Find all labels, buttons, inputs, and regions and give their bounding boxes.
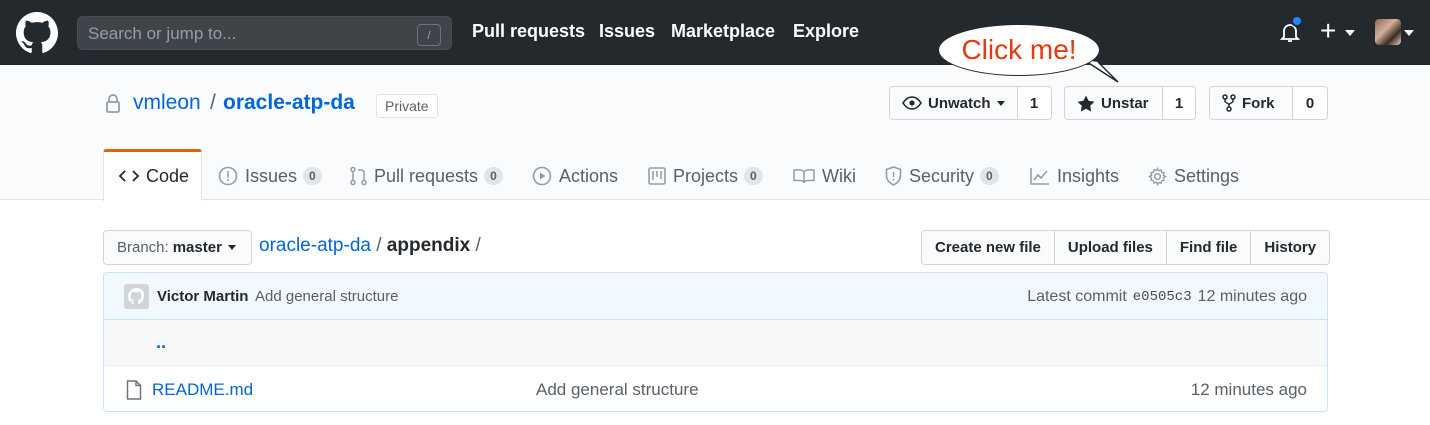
user-menu-caret-icon[interactable] [1404, 30, 1414, 36]
repo-owner-link[interactable]: vmleon [133, 91, 201, 115]
unstar-button[interactable]: Unstar [1064, 86, 1163, 120]
visibility-badge: Private [376, 94, 438, 118]
tab-pull-requests[interactable]: Pull requests 0 [350, 163, 503, 189]
pull-request-icon [350, 166, 367, 186]
tab-code[interactable]: Code [119, 163, 189, 189]
lock-icon [106, 94, 120, 113]
top-header: Search or jump to... / Pull requests Iss… [0, 0, 1430, 65]
commit-sha-link[interactable]: e0505c3 [1133, 288, 1192, 306]
book-icon [793, 169, 815, 184]
graph-icon [1030, 168, 1049, 185]
gear-icon [1148, 166, 1167, 186]
tab-label: Settings [1174, 165, 1240, 186]
history-button[interactable]: History [1251, 230, 1331, 265]
commit-message[interactable]: Add general structure [255, 288, 398, 305]
tab-label: Pull requests [374, 165, 479, 186]
file-actions-group: Create new file Upload files Find file H… [921, 230, 1331, 265]
create-new-file-button[interactable]: Create new file [921, 230, 1055, 265]
star-button-group: Unstar 1 [1064, 86, 1196, 120]
tab-security[interactable]: Security 0 [885, 163, 999, 189]
file-icon [126, 380, 142, 400]
tab-count-badge: 0 [484, 167, 503, 185]
tab-label: Actions [559, 165, 619, 186]
unwatch-button[interactable]: Unwatch [889, 86, 1018, 120]
breadcrumb-repo-link[interactable]: oracle-atp-da [259, 235, 371, 256]
tab-label: Issues [245, 165, 298, 186]
notification-unread-dot [1291, 15, 1303, 27]
latest-commit-bar: Victor Martin Add general structure Late… [104, 273, 1327, 320]
parent-directory-link[interactable]: .. [156, 332, 166, 353]
breadcrumb-separator: / [376, 235, 382, 256]
create-menu-caret-icon[interactable] [1345, 30, 1355, 36]
file-table: Victor Martin Add general structure Late… [103, 272, 1328, 412]
shield-icon [885, 166, 902, 186]
project-icon [648, 167, 666, 185]
nav-issues[interactable]: Issues [599, 21, 655, 42]
tab-settings[interactable]: Settings [1148, 163, 1239, 189]
upload-files-button[interactable]: Upload files [1054, 230, 1167, 265]
commit-author-avatar[interactable] [124, 284, 149, 309]
forks-count[interactable]: 0 [1293, 86, 1328, 120]
file-commit-message[interactable]: Add general structure [536, 380, 699, 400]
tab-label: Insights [1057, 165, 1120, 186]
branch-name: master [172, 239, 222, 256]
tab-label: Projects [673, 165, 739, 186]
tab-insights[interactable]: Insights [1030, 163, 1119, 189]
user-avatar[interactable] [1375, 19, 1401, 45]
tab-label: Wiki [822, 165, 856, 186]
nav-marketplace[interactable]: Marketplace [671, 21, 775, 42]
file-age: 12 minutes ago [1190, 380, 1307, 399]
table-row: README.md Add general structure 12 minut… [104, 366, 1327, 411]
callout-tail [1083, 60, 1119, 83]
watch-caret-icon [996, 100, 1005, 106]
search-hotkey-hint: / [417, 24, 441, 46]
click-me-callout: Click me! [938, 24, 1100, 76]
eye-icon [902, 96, 922, 110]
branch-prefix: Branch: [117, 239, 169, 256]
tab-projects[interactable]: Projects 0 [648, 163, 763, 189]
file-name-link[interactable]: README.md [152, 380, 253, 400]
fork-button-group: Fork 0 [1209, 86, 1328, 120]
branch-selector-button[interactable]: Branch: master [103, 230, 252, 265]
fork-button[interactable]: Fork [1209, 86, 1293, 120]
repo-path-separator: / [210, 91, 216, 114]
watch-button-group: Unwatch 1 [889, 86, 1052, 120]
issue-opened-icon [218, 166, 238, 186]
repo-name-link[interactable]: oracle-atp-da [223, 91, 355, 115]
latest-commit-label: Latest commit [1027, 288, 1127, 305]
stargazers-count[interactable]: 1 [1163, 86, 1196, 120]
star-icon [1077, 95, 1095, 112]
fork-icon [1222, 94, 1236, 112]
fork-label: Fork [1242, 94, 1275, 112]
github-logo-icon[interactable] [16, 12, 58, 54]
breadcrumb: oracle-atp-da / appendix / [259, 235, 481, 257]
create-new-plus-icon[interactable]: + [1320, 17, 1336, 45]
commit-age: 12 minutes ago [1197, 288, 1307, 305]
commit-author-name[interactable]: Victor Martin [157, 288, 248, 305]
tab-count-badge: 0 [303, 167, 322, 185]
tab-count-badge: 0 [980, 167, 999, 185]
tab-label: Code [146, 165, 190, 186]
watchers-count[interactable]: 1 [1017, 86, 1052, 120]
code-icon [119, 170, 139, 182]
play-icon [532, 166, 552, 186]
breadcrumb-current-folder: appendix [386, 235, 471, 256]
search-placeholder: Search or jump to... [88, 24, 237, 43]
nav-explore[interactable]: Explore [793, 21, 859, 42]
nav-pull-requests[interactable]: Pull requests [472, 21, 585, 42]
branch-caret-icon [227, 245, 236, 250]
latest-commit-info: Latest commit e0505c3 12 minutes ago [1027, 288, 1307, 306]
unwatch-label: Unwatch [928, 94, 991, 112]
parent-directory-row: .. [104, 320, 1327, 366]
tab-issues[interactable]: Issues 0 [218, 163, 322, 189]
tab-actions[interactable]: Actions [532, 163, 618, 189]
tab-count-badge: 0 [744, 167, 763, 185]
unstar-label: Unstar [1101, 94, 1149, 112]
breadcrumb-separator: / [475, 235, 481, 256]
tab-label: Security [909, 165, 975, 186]
search-input[interactable]: Search or jump to... / [77, 16, 452, 50]
callout-text: Click me! [961, 34, 1077, 65]
find-file-button[interactable]: Find file [1166, 230, 1252, 265]
tab-wiki[interactable]: Wiki [793, 163, 856, 189]
